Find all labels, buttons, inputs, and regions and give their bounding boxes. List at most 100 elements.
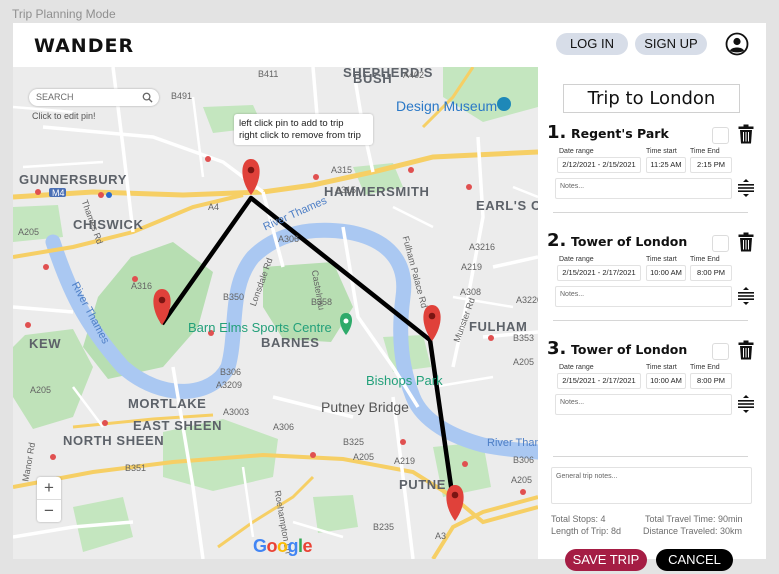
- map-pin[interactable]: [446, 485, 464, 521]
- time-start-field[interactable]: 11:25 AM: [646, 157, 686, 173]
- stop-notes-field[interactable]: Notes...: [555, 178, 732, 199]
- road-label: B351: [125, 463, 147, 473]
- app-logo[interactable]: WANDER: [34, 35, 134, 57]
- road-label: A3003: [223, 407, 250, 417]
- stop-name: Tower of London: [571, 234, 688, 249]
- zoom-in-button[interactable]: +: [37, 477, 61, 499]
- trip-stop: 2. Tower of London Date range Time start…: [538, 230, 766, 330]
- stop-name: Regent's Park: [571, 126, 669, 141]
- map-label: KEW: [29, 336, 62, 351]
- map-label: PUTNE: [399, 477, 447, 492]
- map-label: FULHAM: [469, 319, 528, 334]
- general-notes-field[interactable]: General trip notes...: [551, 467, 752, 504]
- stop-notes-field[interactable]: Notes...: [555, 394, 732, 415]
- road-label: A3216: [469, 242, 496, 252]
- zoom-out-button[interactable]: −: [37, 500, 61, 522]
- map-label-poi: Barn Elms Sports Centre: [188, 320, 332, 335]
- search-placeholder: SEARCH: [36, 92, 74, 102]
- user-account-icon[interactable]: [725, 32, 749, 56]
- map-search-input[interactable]: SEARCH: [29, 89, 159, 106]
- road-label: A3209: [216, 380, 243, 390]
- road-label: A315: [335, 185, 357, 195]
- stop-number: 1.: [547, 122, 567, 143]
- road-label: A205: [513, 357, 535, 367]
- time-start-field[interactable]: 10:00 AM: [646, 265, 686, 281]
- edit-pin-hint: Click to edit pin!: [32, 111, 96, 121]
- time-end-field[interactable]: 8:00 PM: [690, 373, 732, 389]
- road-label: A205: [353, 452, 375, 462]
- time-end-label: Time End: [690, 256, 720, 263]
- road-label: A316: [131, 281, 153, 291]
- map-label: GUNNERSBURY: [19, 172, 127, 187]
- pin-tooltip: left click pin to add to trip right clic…: [234, 114, 373, 145]
- map-label: MORTLAKE: [128, 396, 207, 411]
- road-label: A3: [435, 531, 447, 541]
- google-letter: o: [277, 536, 288, 556]
- date-range-label: Date range: [559, 364, 594, 371]
- time-start-label: Time start: [646, 256, 677, 263]
- time-start-field[interactable]: 10:00 AM: [646, 373, 686, 389]
- road-label: A4: [208, 202, 220, 212]
- stop-notes-field[interactable]: Notes...: [555, 286, 732, 307]
- search-icon[interactable]: [142, 92, 153, 103]
- road-label: A219: [461, 262, 483, 272]
- header: WANDER LOG IN SIGN UP: [13, 23, 766, 67]
- save-trip-button[interactable]: SAVE TRIP: [565, 549, 647, 571]
- drag-handle-icon[interactable]: [737, 287, 755, 305]
- road-label: B491: [171, 91, 193, 101]
- trip-stop: 1. Regent's Park Date range Time start T…: [538, 122, 766, 222]
- stop-divider: [553, 456, 748, 457]
- total-travel-time: Total Travel Time: 90min: [645, 514, 743, 524]
- road-label: B411: [258, 69, 279, 79]
- mode-label: Trip Planning Mode: [12, 7, 116, 21]
- road-label: B350: [223, 292, 245, 302]
- time-end-field[interactable]: 2:15 PM: [690, 157, 732, 173]
- cancel-button[interactable]: CANCEL: [656, 549, 733, 571]
- map-label: BARNES: [261, 335, 320, 350]
- google-logo: Google: [253, 536, 313, 557]
- map-label: Putney Bridge: [321, 399, 409, 415]
- road-label: M4: [52, 188, 65, 198]
- signup-button[interactable]: SIGN UP: [635, 33, 707, 55]
- date-range-field[interactable]: 2/12/2021 - 2/15/2021: [557, 157, 641, 173]
- road-label: A205: [511, 475, 533, 485]
- road-label: A315: [331, 165, 353, 175]
- date-range-field[interactable]: 2/15/2021 - 2/17/2021: [557, 373, 641, 389]
- google-letter: e: [302, 536, 313, 556]
- stop-checkbox[interactable]: [712, 343, 729, 360]
- trash-icon[interactable]: [738, 340, 754, 360]
- drag-handle-icon[interactable]: [737, 179, 755, 197]
- total-stops: Total Stops: 4: [551, 514, 606, 524]
- trip-title[interactable]: Trip to London: [563, 84, 740, 113]
- trash-icon[interactable]: [738, 124, 754, 144]
- road-label: A3220: [516, 295, 538, 305]
- drag-handle-icon[interactable]: [737, 395, 755, 413]
- trip-panel: Trip to London 1. Regent's Park Date ran…: [538, 67, 766, 571]
- trash-icon[interactable]: [738, 232, 754, 252]
- date-range-field[interactable]: 2/15/2021 - 2/17/2021: [557, 265, 641, 281]
- road-label: B306: [220, 367, 242, 377]
- tooltip-line: right click to remove from trip: [239, 130, 361, 141]
- road-label: A306: [273, 422, 295, 432]
- date-range-label: Date range: [559, 256, 594, 263]
- road-label: B353: [513, 333, 535, 343]
- stop-divider: [553, 212, 748, 213]
- stop-checkbox[interactable]: [712, 127, 729, 144]
- stop-divider: [553, 320, 748, 321]
- stop-checkbox[interactable]: [712, 235, 729, 252]
- map-view[interactable]: SHEPHERD'S BUSH Design Museum GUNNERSBUR…: [13, 67, 538, 559]
- time-start-label: Time start: [646, 364, 677, 371]
- stop-number: 3.: [547, 338, 567, 359]
- map-label-poi: Design Museum: [396, 98, 498, 114]
- stop-number: 2.: [547, 230, 567, 251]
- google-letter: o: [266, 536, 278, 556]
- road-label: A308: [460, 287, 482, 297]
- road-label: A402: [403, 70, 425, 80]
- time-end-field[interactable]: 8:00 PM: [690, 265, 732, 281]
- distance-traveled: Distance Traveled: 30km: [643, 526, 743, 536]
- login-button[interactable]: LOG IN: [556, 33, 628, 55]
- map-label: EAST SHEEN: [133, 418, 223, 433]
- road-label: A306: [278, 234, 300, 244]
- trip-length: Length of Trip: 8d: [551, 526, 622, 536]
- map-label-poi: Bishops Park: [366, 373, 443, 388]
